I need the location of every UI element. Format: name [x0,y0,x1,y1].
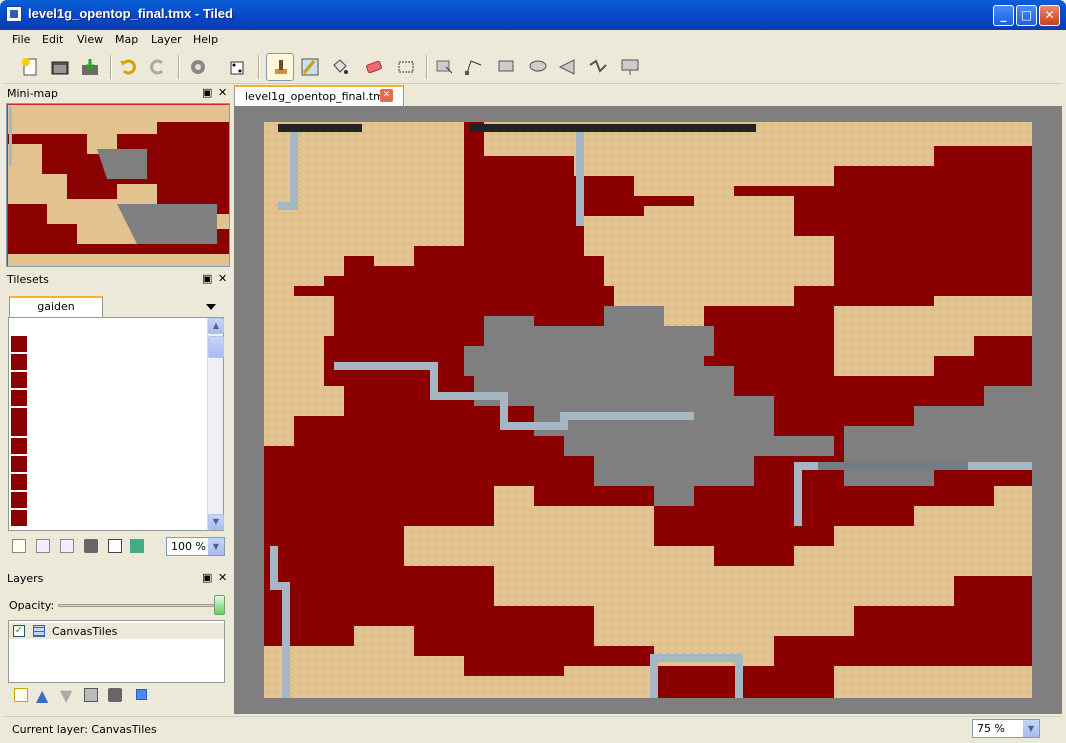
map-zoom-value: 75 % [977,722,1005,735]
opacity-slider-handle[interactable] [214,595,225,615]
insert-ellipse-icon[interactable] [524,53,552,81]
minimap-title: Mini-map [7,87,58,100]
edit-polygons-icon[interactable] [460,53,488,81]
menu-file[interactable]: File [12,33,30,46]
tilesets-title: Tilesets [7,273,49,286]
scroll-thumb[interactable] [208,336,224,358]
document-tab[interactable]: level1g_opentop_final.tmx ✕ [234,85,404,107]
terrain-brush-icon[interactable] [296,53,324,81]
scroll-up-icon[interactable]: ▲ [208,318,224,334]
tileset-zoom-select[interactable]: 100 % ▼ [166,537,225,556]
current-layer-status: Current layer: CanvasTiles [12,723,157,736]
window-title: level1g_opentop_final.tmx - Tiled [28,6,233,21]
new-tileset-icon[interactable] [12,539,26,553]
close-button[interactable]: ✕ [1039,5,1060,26]
duplicate-layer-icon[interactable] [84,688,98,702]
close-icon[interactable]: ✕ [218,571,227,584]
tileset-zoom-value: 100 % [171,540,206,553]
tileset-tabs-menu-icon[interactable] [205,301,217,310]
insert-polyline-icon[interactable] [584,53,612,81]
delete-layer-icon[interactable] [108,688,122,702]
tile-layer-icon [33,625,45,637]
chevron-down-icon: ▼ [208,538,224,555]
rect-select-icon[interactable] [392,53,420,81]
tileset-view[interactable]: ▲ ▼ [8,317,224,531]
lower-layer-icon[interactable]: ▼ [60,686,72,705]
menu-help[interactable]: Help [193,33,218,46]
save-icon[interactable] [76,53,104,81]
map-canvas[interactable] [234,106,1062,714]
status-bar: Current layer: CanvasTiles 75 % ▼ [4,716,1062,740]
menu-edit[interactable]: Edit [42,33,63,46]
minimap-dock-header: Mini-map ▣ ✕ [4,86,230,103]
float-icon[interactable]: ▣ [202,571,212,584]
new-map-icon[interactable] [16,53,44,81]
toggle-other-layers-icon[interactable] [136,689,147,700]
tileset-tab-gaiden[interactable]: gaiden [9,296,103,317]
properties-icon[interactable] [108,539,122,553]
tilesets-dock-header: Tilesets ▣ ✕ [4,272,230,289]
menu-map[interactable]: Map [115,33,138,46]
commands-icon[interactable] [184,53,212,81]
opacity-slider[interactable] [58,604,224,607]
tileset-scrollbar[interactable]: ▲ ▼ [207,318,224,530]
layers-title: Layers [7,572,44,585]
close-icon[interactable]: ✕ [218,272,227,285]
open-icon[interactable] [46,53,74,81]
close-icon[interactable]: ✕ [218,86,227,99]
menu-bar: File Edit View Map Layer Help [4,30,1062,50]
export-tileset-icon[interactable] [60,539,74,553]
main-toolbar [4,50,1062,84]
menu-view[interactable]: View [77,33,103,46]
edit-terrain-icon[interactable] [130,539,144,553]
import-tileset-icon[interactable] [36,539,50,553]
float-icon[interactable]: ▣ [202,86,212,99]
title-bar: level1g_opentop_final.tmx - Tiled _ □ ✕ [0,0,1066,30]
insert-polygon-icon[interactable] [554,53,582,81]
maximize-button[interactable]: □ [1016,5,1037,26]
bucket-fill-icon[interactable] [326,53,354,81]
document-tab-label: level1g_opentop_final.tmx [245,90,391,103]
delete-tileset-icon[interactable] [84,539,98,553]
layers-dock-header: Layers ▣ ✕ [4,571,230,588]
float-icon[interactable]: ▣ [202,272,212,285]
redo-icon[interactable] [144,53,172,81]
tileset-actions [12,537,152,557]
stamp-brush-icon[interactable] [266,53,294,81]
eraser-icon[interactable] [360,53,388,81]
minimize-button[interactable]: _ [993,5,1014,26]
insert-rectangle-icon[interactable] [492,53,520,81]
minimap-view[interactable] [6,103,230,267]
scroll-down-icon[interactable]: ▼ [208,514,224,530]
map-zoom-select[interactable]: 75 % ▼ [972,719,1040,738]
opacity-label: Opacity: [9,599,55,612]
raise-layer-icon[interactable]: ▲ [36,686,48,705]
undo-icon[interactable] [114,53,142,81]
close-tab-icon[interactable]: ✕ [380,89,393,102]
select-objects-icon[interactable] [430,53,458,81]
chevron-down-icon: ▼ [1023,720,1039,737]
tiled-app-icon [6,6,22,22]
layer-name: CanvasTiles [52,625,118,638]
random-mode-icon[interactable] [224,53,252,81]
menu-layer[interactable]: Layer [151,33,182,46]
insert-tile-icon[interactable] [616,53,644,81]
add-layer-icon[interactable] [14,688,28,702]
layer-visibility-checkbox[interactable]: ✓ [13,625,25,637]
layer-actions: ▲ ▼ [12,686,152,706]
